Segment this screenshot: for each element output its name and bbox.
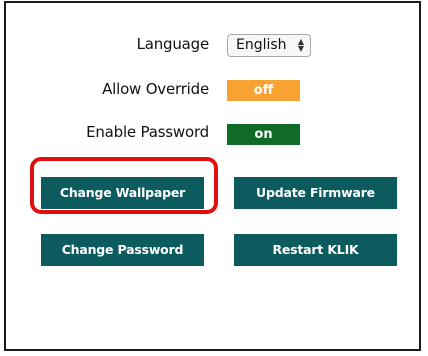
enable-password-toggle[interactable]: on [227, 124, 300, 145]
language-selected-value: English [236, 37, 287, 53]
change-wallpaper-button[interactable]: Change Wallpaper [41, 177, 204, 209]
allow-override-toggle[interactable]: off [227, 80, 300, 101]
settings-panel: Language English ▲ ▼ Allow Override off E… [4, 1, 421, 351]
change-password-button[interactable]: Change Password [41, 234, 204, 266]
enable-password-label: Enable Password [86, 123, 209, 141]
up-down-chevron-icon: ▲ ▼ [297, 37, 304, 53]
language-label: Language [136, 35, 210, 53]
allow-override-label: Allow Override [102, 80, 209, 98]
update-firmware-button[interactable]: Update Firmware [234, 177, 397, 209]
restart-klik-button[interactable]: Restart KLIK [234, 234, 397, 266]
language-select[interactable]: English ▲ ▼ [227, 34, 311, 57]
